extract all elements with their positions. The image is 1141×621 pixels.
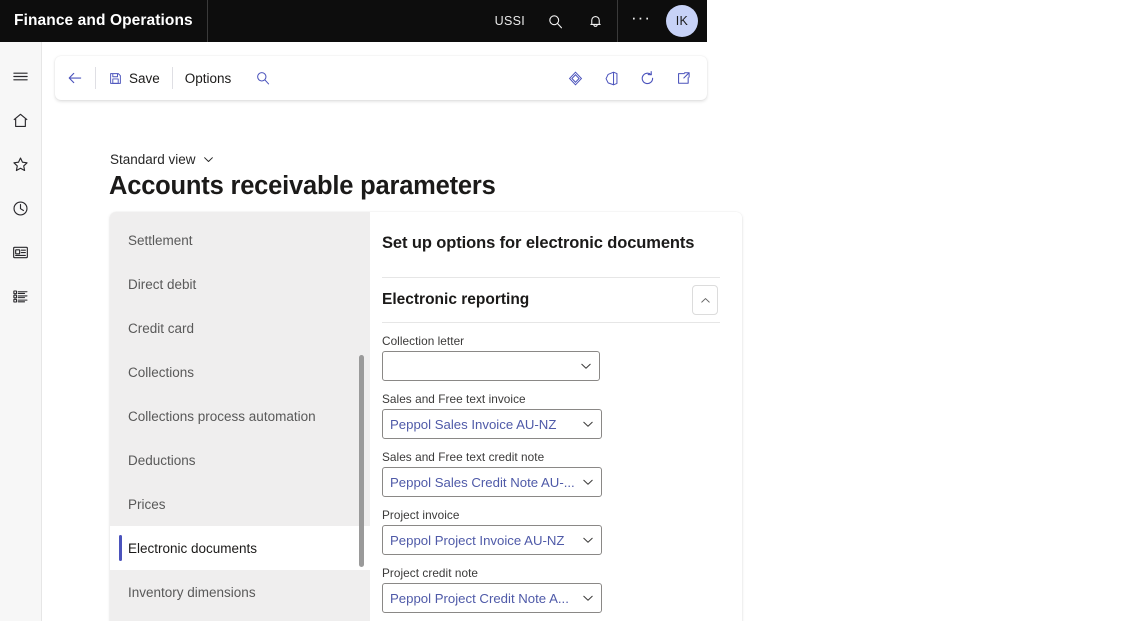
more-options-button[interactable]: ··· [620, 0, 662, 42]
modules-icon[interactable] [0, 274, 42, 318]
app-brand-title: Finance and Operations [14, 12, 193, 29]
field-sales-free-text-credit-note: Sales and Free text credit note Peppol S… [382, 450, 720, 497]
recent-clock-icon[interactable] [0, 186, 42, 230]
nav-item-label: Electronic documents [128, 540, 258, 556]
options-button[interactable]: Options [173, 56, 244, 100]
field-label: Project invoice [382, 508, 460, 522]
field-sales-free-text-invoice: Sales and Free text invoice Peppol Sales… [382, 392, 720, 439]
search-icon[interactable] [243, 56, 283, 100]
header-divider [206, 0, 208, 42]
open-in-new-icon[interactable] [665, 56, 701, 100]
chevron-down-icon[interactable] [575, 475, 601, 489]
sales-free-text-invoice-value: Peppol Sales Invoice AU-NZ [390, 416, 557, 432]
nav-item-collections-process-automation[interactable]: Collections process automation [110, 394, 370, 438]
command-bar: Save Options [55, 56, 707, 100]
field-label: Project credit note [382, 566, 479, 580]
refresh-icon[interactable] [629, 56, 665, 100]
nav-item-inventory-dimensions[interactable]: Inventory dimensions [110, 570, 370, 614]
nav-item-deductions[interactable]: Deductions [110, 438, 370, 482]
view-selector[interactable]: Standard view [110, 152, 215, 167]
field-collection-letter: Collection letter [382, 334, 720, 381]
nav-item-label: Inventory dimensions [128, 584, 256, 600]
parameters-content-pane: Set up options for electronic documents … [370, 212, 742, 621]
field-project-invoice: Project invoice Peppol Project Invoice A… [382, 508, 720, 555]
chevron-down-icon[interactable] [575, 591, 601, 605]
project-invoice-combobox[interactable]: Peppol Project Invoice AU-NZ [382, 525, 602, 555]
nav-item-credit-card[interactable]: Credit card [110, 306, 370, 350]
page-title: Accounts receivable parameters [109, 172, 496, 200]
avatar[interactable]: IK [666, 5, 698, 37]
parameters-card: Settlement Direct debit Credit card Coll… [110, 212, 742, 621]
chevron-up-icon[interactable] [692, 285, 718, 315]
nav-item-electronic-documents[interactable]: Electronic documents [110, 526, 370, 570]
nav-item-label: Collections process automation [128, 408, 316, 424]
left-navigation-rail [0, 42, 42, 621]
section-title: Electronic reporting [382, 291, 530, 308]
field-label: Collection letter [382, 334, 465, 348]
nav-item-label: Credit card [128, 320, 195, 336]
nav-item-label: Direct debit [128, 276, 197, 292]
project-credit-note-combobox[interactable]: Peppol Project Credit Note A... [382, 583, 602, 613]
chevron-down-icon[interactable] [575, 533, 601, 547]
nav-item-rebate-program[interactable]: Rebate program [110, 614, 370, 621]
content-divider-bottom [382, 322, 720, 323]
nav-item-label: Settlement [128, 232, 193, 248]
powerapps-icon[interactable] [557, 56, 593, 100]
sales-free-text-credit-note-value: Peppol Sales Credit Note AU-... [390, 474, 575, 490]
favorites-star-icon[interactable] [0, 142, 42, 186]
bell-icon[interactable] [575, 0, 615, 42]
options-button-label: Options [184, 70, 232, 86]
workspaces-icon[interactable] [0, 230, 42, 274]
field-label: Sales and Free text invoice [382, 392, 526, 406]
sales-free-text-invoice-combobox[interactable]: Peppol Sales Invoice AU-NZ [382, 409, 602, 439]
parameters-nav-pane: Settlement Direct debit Credit card Coll… [110, 212, 370, 621]
hamburger-menu-icon[interactable] [0, 54, 42, 98]
office-icon[interactable] [593, 56, 629, 100]
nav-item-prices[interactable]: Prices [110, 482, 370, 526]
top-header-bar: Finance and Operations USSI ··· IK [0, 0, 707, 42]
company-indicator[interactable]: USSI [485, 14, 535, 28]
nav-item-settlement[interactable]: Settlement [110, 218, 370, 262]
nav-item-collections[interactable]: Collections [110, 350, 370, 394]
nav-scrollbar-thumb[interactable] [359, 355, 364, 567]
content-heading: Set up options for electronic documents [382, 234, 695, 252]
application-window: Finance and Operations USSI ··· IK Save … [0, 0, 1141, 621]
home-icon[interactable] [0, 98, 42, 142]
main-content-area: Save Options Standard view Accounts rece… [42, 42, 1141, 621]
search-icon[interactable] [535, 0, 575, 42]
sales-free-text-credit-note-combobox[interactable]: Peppol Sales Credit Note AU-... [382, 467, 602, 497]
header-divider-2 [617, 0, 618, 42]
chevron-down-icon [202, 153, 215, 166]
field-label: Sales and Free text credit note [382, 450, 545, 464]
nav-item-direct-debit[interactable]: Direct debit [110, 262, 370, 306]
nav-item-label: Deductions [128, 452, 196, 468]
save-button-label: Save [129, 70, 160, 86]
collection-letter-combobox[interactable] [382, 351, 600, 381]
nav-item-label: Collections [128, 364, 195, 380]
project-invoice-value: Peppol Project Invoice AU-NZ [390, 532, 565, 548]
arrow-left-icon[interactable] [55, 56, 95, 100]
field-project-credit-note: Project credit note Peppol Project Credi… [382, 566, 720, 613]
nav-item-label: Prices [128, 496, 166, 512]
save-icon [108, 71, 123, 86]
save-button[interactable]: Save [96, 56, 172, 100]
view-selector-label: Standard view [110, 152, 196, 167]
chevron-down-icon[interactable] [575, 417, 601, 431]
electronic-reporting-section-header[interactable]: Electronic reporting [382, 278, 720, 322]
chevron-down-icon[interactable] [573, 359, 599, 373]
project-credit-note-value: Peppol Project Credit Note A... [390, 590, 569, 606]
